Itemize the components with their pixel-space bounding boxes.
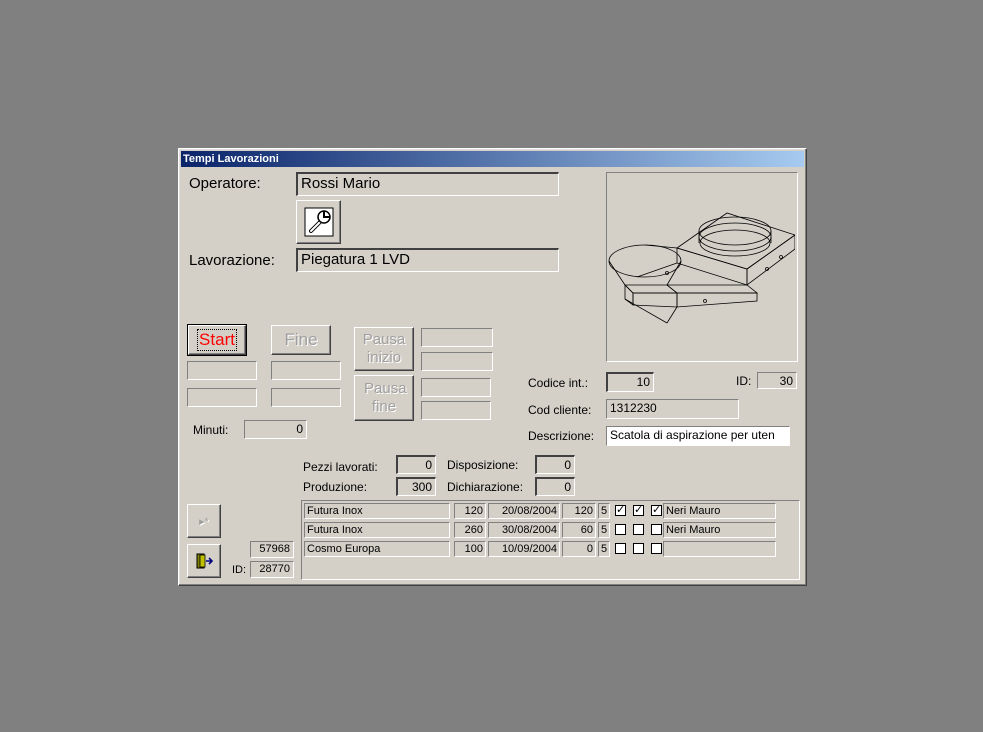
disposizione-label: Disposizione:	[447, 458, 519, 472]
minuti-value: 0	[296, 422, 303, 436]
row-checkbox-1[interactable]: ✓	[615, 505, 626, 516]
minuti-label: Minuti:	[193, 423, 229, 437]
record-count-value: 57968	[259, 543, 290, 555]
row-cell-operator[interactable]: Neri Mauro	[663, 522, 776, 538]
lavorazione-value: Piegatura 1 LVD	[301, 251, 410, 268]
operatore-field[interactable]: Rossi Mario	[296, 172, 559, 196]
part-drawing	[606, 172, 798, 362]
start-time-field[interactable]	[187, 361, 257, 380]
row-cell-operator[interactable]	[663, 541, 776, 557]
new-record-button[interactable]: ▸*	[187, 504, 221, 538]
cod-cliente-value: 1312230	[610, 401, 657, 415]
pausa-inizio-field-2[interactable]	[421, 352, 493, 371]
id-top-value: 30	[779, 374, 793, 388]
row-checkbox-2[interactable]	[633, 543, 644, 554]
row-checkbox-3[interactable]: ✓	[651, 505, 662, 516]
record-id-field: 28770	[250, 561, 294, 578]
disposizione-field[interactable]: 0	[535, 455, 575, 474]
start-date-field[interactable]	[187, 388, 257, 407]
pausa-inizio-field-1[interactable]	[421, 328, 493, 347]
window-title: Tempi Lavorazioni	[181, 151, 804, 167]
wrench-icon	[304, 207, 333, 237]
fine-button-label: Fine	[284, 330, 318, 349]
produzione-value: 300	[411, 480, 432, 494]
codice-int-value: 10	[636, 375, 650, 389]
disposizione-value: 0	[564, 458, 571, 472]
row-cell-cliente[interactable]: Cosmo Europa	[304, 541, 450, 557]
fine-button[interactable]: Fine	[271, 325, 331, 355]
row-cell-date[interactable]: 30/08/2004	[488, 522, 560, 538]
row-checkbox-1[interactable]	[615, 543, 626, 554]
record-count-field: 57968	[250, 541, 294, 558]
tool-button[interactable]	[296, 200, 341, 244]
descrizione-value: Scatola di aspirazione per uten	[610, 428, 775, 442]
row-cell-prod[interactable]: 0	[562, 541, 596, 557]
row-cell-n[interactable]: 5	[598, 503, 610, 519]
exit-button[interactable]	[187, 544, 221, 578]
fine-date-field[interactable]	[271, 388, 341, 407]
row-cell-date[interactable]: 20/08/2004	[488, 503, 560, 519]
lavorazioni-subform: Futura Inox 120 20/08/2004 120 5 ✓ ✓ ✓ Neri Maur…	[301, 500, 800, 580]
minuti-field[interactable]: 0	[244, 420, 307, 439]
produzione-label: Produzione:	[303, 480, 368, 494]
lavorazione-label: Lavorazione:	[189, 252, 275, 269]
dichiarazione-field[interactable]: 0	[535, 477, 575, 496]
row-cell-qty[interactable]: 120	[454, 503, 486, 519]
row-cell-prod[interactable]: 60	[562, 522, 596, 538]
row-cell-n[interactable]: 5	[598, 541, 610, 557]
start-button-label: Start	[197, 329, 237, 351]
dichiarazione-value: 0	[564, 480, 571, 494]
dichiarazione-label: Dichiarazione:	[447, 480, 524, 494]
tempi-lavorazioni-window: Tempi Lavorazioni Operatore: Rossi Mario…	[178, 148, 807, 586]
start-button[interactable]: Start	[187, 324, 247, 356]
codice-int-field[interactable]: 10	[606, 372, 654, 392]
produzione-field[interactable]: 300	[396, 477, 436, 496]
cod-cliente-label: Cod cliente:	[528, 403, 592, 417]
row-cell-qty[interactable]: 260	[454, 522, 486, 538]
pausa-fine-label: Pausa fine	[364, 380, 407, 415]
row-checkbox-2[interactable]: ✓	[633, 505, 644, 516]
lavorazione-field[interactable]: Piegatura 1 LVD	[296, 248, 559, 272]
pausa-inizio-label: Pausa inizio	[362, 331, 406, 366]
descrizione-label: Descrizione:	[528, 429, 595, 443]
record-id-value: 28770	[259, 563, 290, 575]
operatore-value: Rossi Mario	[301, 175, 381, 192]
new-record-icon: ▸*	[199, 515, 209, 528]
codice-int-label: Codice int.:	[528, 376, 589, 390]
pezzi-lavorati-field[interactable]: 0	[396, 455, 436, 474]
row-cell-cliente[interactable]: Futura Inox	[304, 503, 450, 519]
exit-door-icon	[196, 553, 213, 569]
row-cell-date[interactable]: 10/09/2004	[488, 541, 560, 557]
pausa-inizio-button[interactable]: Pausa inizio	[354, 327, 414, 371]
row-cell-n[interactable]: 5	[598, 522, 610, 538]
descrizione-field[interactable]: Scatola di aspirazione per uten	[606, 426, 790, 446]
pausa-fine-button[interactable]: Pausa fine	[354, 375, 414, 421]
id-top-label: ID:	[736, 374, 752, 388]
pausa-fine-field-1[interactable]	[421, 378, 491, 397]
row-checkbox-3[interactable]	[651, 524, 662, 535]
part-drawing-illustration	[608, 212, 796, 324]
cod-cliente-field[interactable]: 1312230	[606, 399, 739, 419]
row-cell-qty[interactable]: 100	[454, 541, 486, 557]
fine-time-field[interactable]	[271, 361, 341, 380]
pezzi-lavorati-value: 0	[425, 458, 432, 472]
row-cell-prod[interactable]: 120	[562, 503, 596, 519]
row-cell-cliente[interactable]: Futura Inox	[304, 522, 450, 538]
pausa-fine-field-2[interactable]	[421, 401, 491, 420]
row-checkbox-1[interactable]	[615, 524, 626, 535]
row-checkbox-2[interactable]	[633, 524, 644, 535]
row-cell-operator[interactable]: Neri Mauro	[663, 503, 776, 519]
operatore-label: Operatore:	[189, 175, 261, 192]
pezzi-lavorati-label: Pezzi lavorati:	[303, 460, 378, 474]
id-top-field: 30	[757, 372, 797, 389]
record-id-label: ID:	[232, 564, 247, 576]
row-checkbox-3[interactable]	[651, 543, 662, 554]
